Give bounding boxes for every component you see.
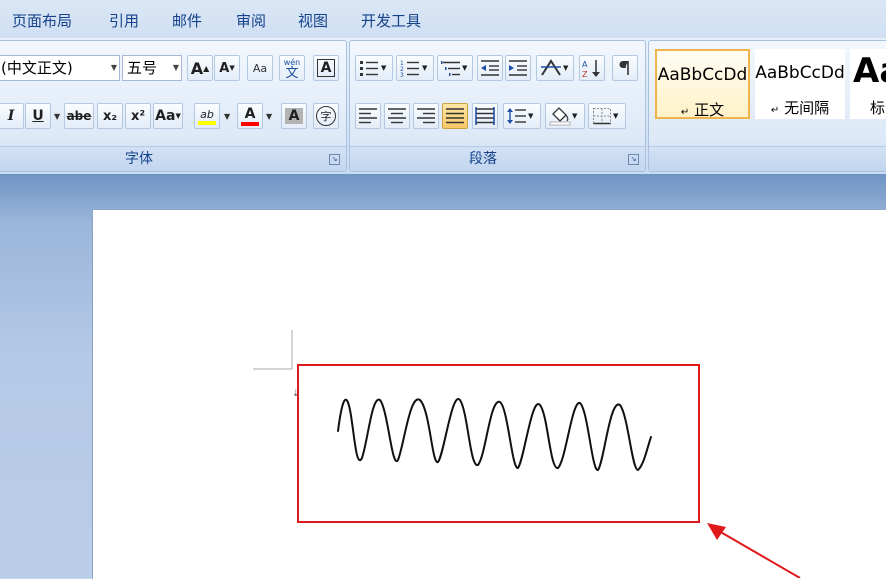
annotation-red-box [297,364,700,523]
margin-corner-marker [253,330,293,370]
annotation-red-arrow [707,523,801,578]
document-overlay: ⇣ [253,330,801,578]
ink-squiggle-drawing[interactable] [337,398,652,472]
